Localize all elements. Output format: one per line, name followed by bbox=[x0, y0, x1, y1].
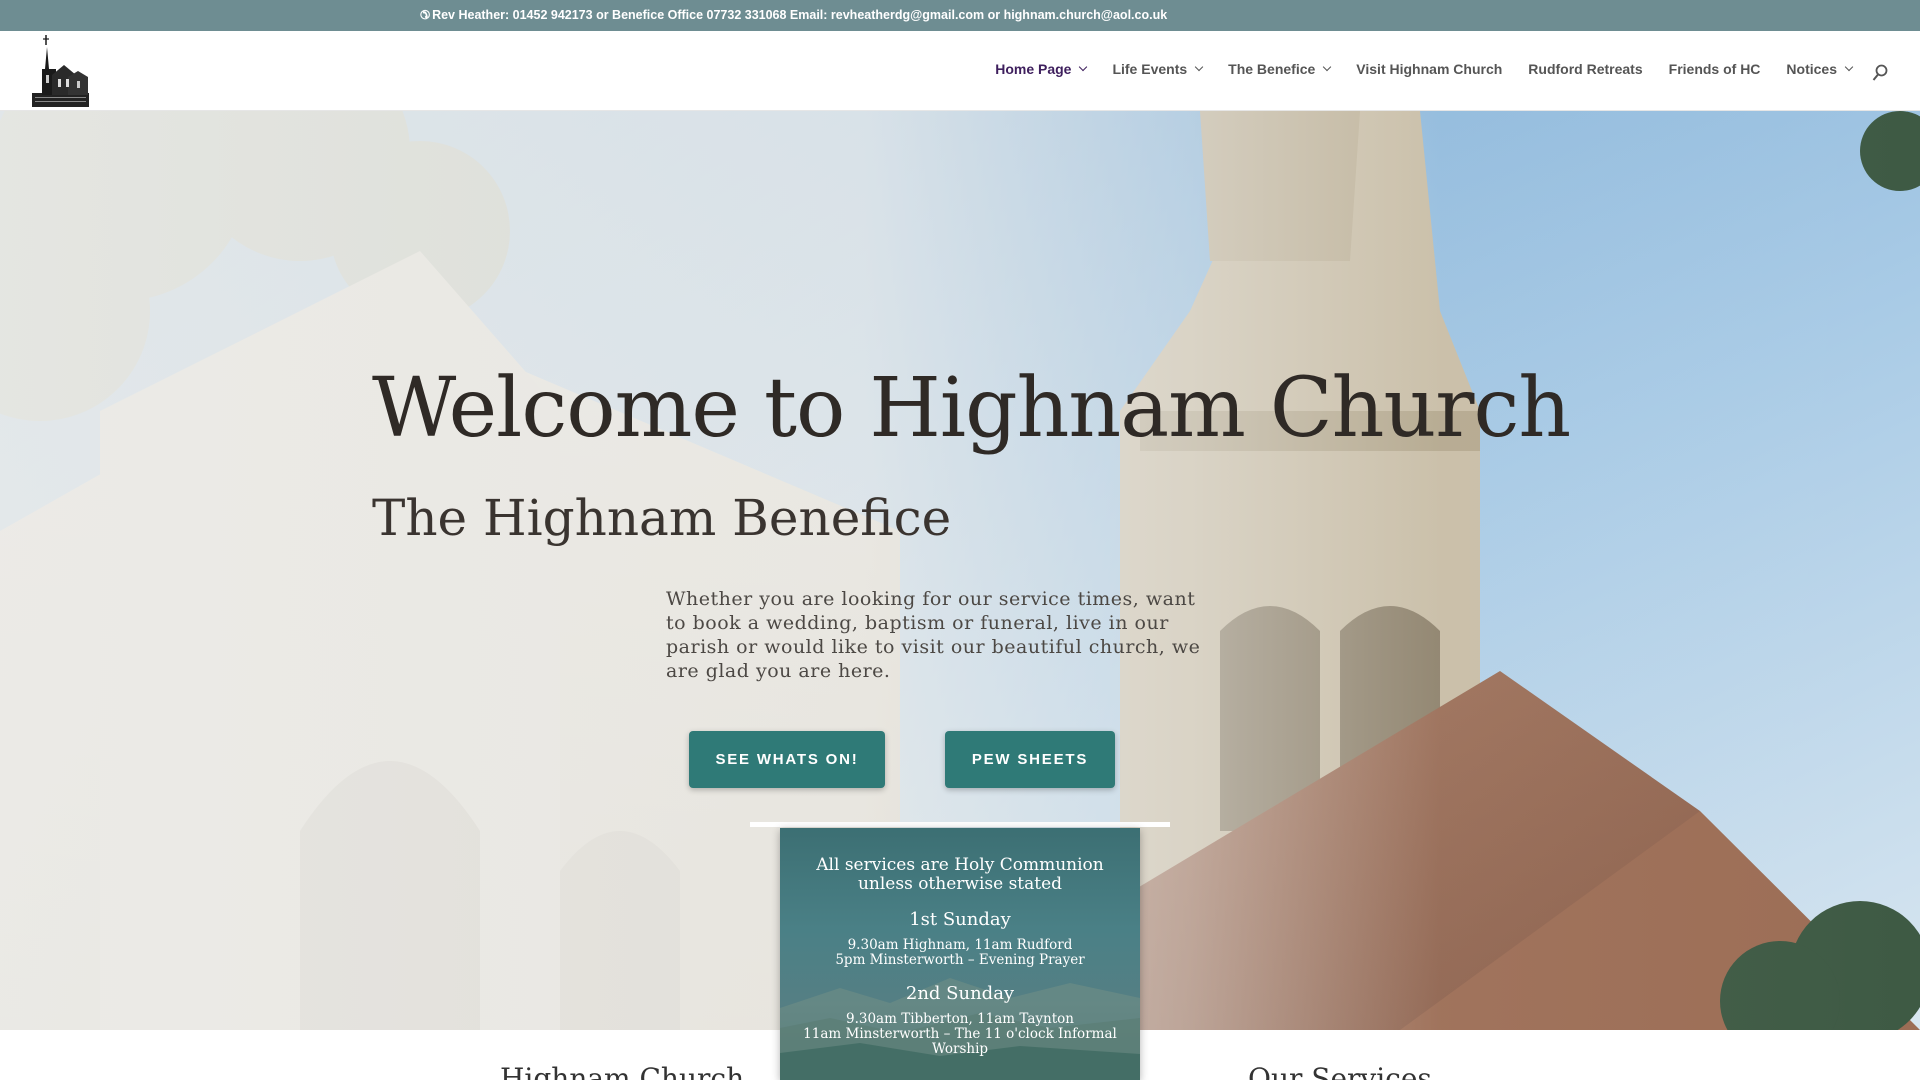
nav-friends-of-hc[interactable]: Friends of HC bbox=[1669, 61, 1761, 77]
second-sunday-title: 2nd Sunday bbox=[905, 983, 1015, 1004]
first-sunday-title: 1st Sunday bbox=[909, 909, 1011, 930]
services-card: All services are Holy Communion unless o… bbox=[780, 828, 1140, 1080]
contact-info: ✆ Rev Heather: 01452 942173 or Benefice … bbox=[420, 8, 1167, 22]
first-sunday-line: 9.30am Highnam, 11am Rudford bbox=[847, 937, 1073, 953]
nav-visit-label: Visit Highnam Church bbox=[1356, 61, 1503, 77]
our-services-heading: Our Services bbox=[1248, 1062, 1432, 1080]
highnam-church-heading: Highnam Church bbox=[500, 1062, 745, 1080]
nav-the-benefice[interactable]: The Benefice bbox=[1228, 61, 1332, 77]
nav-life-events[interactable]: Life Events bbox=[1112, 61, 1204, 77]
phone-icon: ✆ bbox=[420, 8, 431, 22]
nav-notices-label: Notices bbox=[1786, 61, 1837, 77]
main-nav: Home Page Life Events The Benefice Visit… bbox=[969, 61, 1854, 77]
nav-friends-label: Friends of HC bbox=[1668, 61, 1761, 77]
nav-home-page-label: Home Page bbox=[995, 61, 1072, 77]
hero-title: Welcome to Highnam Church bbox=[372, 361, 1571, 456]
nav-visit-highnam-church[interactable]: Visit Highnam Church bbox=[1356, 61, 1502, 77]
first-sunday-line: 5pm Minsterworth – Evening Prayer bbox=[835, 952, 1085, 968]
nav-life-events-label: Life Events bbox=[1112, 61, 1188, 77]
services-card-heading: All services are Holy Communion unless o… bbox=[816, 855, 1104, 894]
pew-sheets-button[interactable]: PEW SHEETS bbox=[945, 731, 1115, 788]
nav-the-benefice-label: The Benefice bbox=[1228, 61, 1316, 77]
hero-subtitle: The Highnam Benefice bbox=[372, 489, 952, 547]
second-sunday-line: 9.30am Tibberton, 11am Taynton bbox=[846, 1011, 1074, 1027]
chevron-down-icon bbox=[1079, 62, 1088, 72]
chevron-down-icon bbox=[1844, 62, 1854, 72]
chevron-down-icon bbox=[1194, 62, 1204, 72]
card-top-divider bbox=[750, 822, 1170, 827]
nav-home-page[interactable]: Home Page bbox=[995, 61, 1088, 77]
nav-notices[interactable]: Notices bbox=[1786, 61, 1854, 77]
site-header: Home Page Life Events The Benefice Visit… bbox=[0, 31, 1920, 111]
see-whats-on-button[interactable]: SEE WHATS ON! bbox=[689, 731, 885, 788]
church-logo-icon[interactable] bbox=[32, 35, 89, 107]
nav-rudford-retreats[interactable]: Rudford Retreats bbox=[1528, 61, 1642, 77]
nav-rudford-label: Rudford Retreats bbox=[1528, 61, 1643, 77]
hero-intro-text: Whether you are looking for our service … bbox=[666, 588, 1201, 682]
second-sunday-line: 11am Minsterworth – The 11 o'clock Infor… bbox=[803, 1026, 1117, 1057]
top-contact-bar: ✆ Rev Heather: 01452 942173 or Benefice … bbox=[0, 0, 1920, 31]
chevron-down-icon bbox=[1323, 62, 1332, 72]
search-icon[interactable] bbox=[1872, 64, 1888, 82]
contact-text: Rev Heather: 01452 942173 or Benefice Of… bbox=[432, 8, 1168, 22]
